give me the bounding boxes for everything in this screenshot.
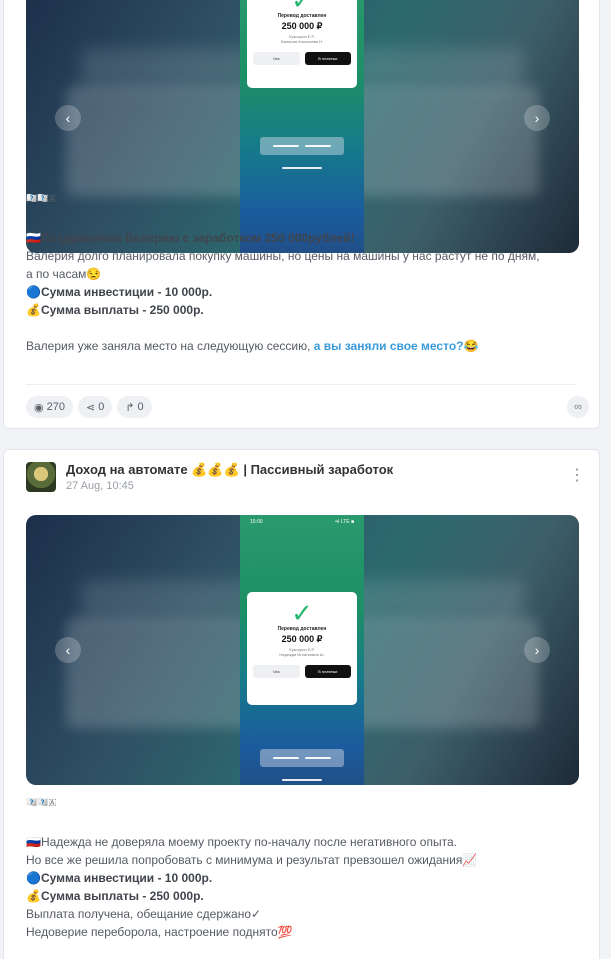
post-text: 🇷🇺Надежда не доверяла моему проекту по-н… bbox=[26, 833, 586, 941]
home-bar bbox=[260, 137, 344, 155]
transfer-receipt: ✓ Перевод доставлен 250 000 ₽ Кукоорин Е… bbox=[247, 592, 357, 705]
post-text: 🇷🇺Поздравляем Валерию с заработком 250 0… bbox=[26, 229, 586, 355]
more-vertical-icon[interactable]: ⋮ bbox=[569, 468, 585, 484]
flag-emoji: 🇷🇺 bbox=[26, 835, 41, 849]
flag-row: 🇦🇦🇦🇦🇦 bbox=[26, 193, 57, 203]
eye-icon: ◉ bbox=[34, 401, 44, 414]
receipt-check-button: Чек bbox=[253, 665, 300, 679]
share-icon: ⋖ bbox=[85, 401, 96, 414]
post-line: Выплата получена, обещание сдержано✓ bbox=[26, 907, 262, 921]
forward-icon: ↱ bbox=[125, 401, 135, 414]
post-headline: Поздравляем Валерию с заработком 250 000… bbox=[40, 231, 355, 245]
post-card: ✓ Перевод доставлен 250 000 ₽ Кукоорин Е… bbox=[3, 0, 600, 429]
checkmark-icon: ✓ bbox=[291, 0, 313, 15]
payout-line: 💰Сумма выплаты - 250 000р. bbox=[26, 303, 204, 317]
phone-signal: •ıl LTE ■ bbox=[335, 519, 354, 525]
transfer-receipt: ✓ Перевод доставлен 250 000 ₽ Кукоорин Е… bbox=[247, 0, 357, 88]
carousel-next-button[interactable]: › bbox=[524, 105, 550, 131]
receipt-title: Перевод доставлен bbox=[277, 626, 327, 632]
home-indicator bbox=[282, 779, 322, 781]
post-stats: ◉ 270 ⋖ 0 ↱ 0 bbox=[26, 396, 152, 418]
chevron-left-icon: ‹ bbox=[65, 110, 71, 126]
post-header: Доход на автомате 💰💰💰 | Пассивный зарабо… bbox=[26, 462, 585, 496]
link-icon: ∞ bbox=[574, 401, 582, 413]
post-line: Валерия уже заняла место на следующую се… bbox=[26, 339, 314, 353]
payout-line: 💰Сумма выплаты - 250 000р. bbox=[26, 889, 204, 903]
flag-emoji: 🇷🇺 bbox=[26, 231, 41, 245]
channel-avatar[interactable] bbox=[26, 462, 56, 492]
divider bbox=[26, 384, 577, 385]
post-card: Доход на автомате 💰💰💰 | Пассивный зарабо… bbox=[3, 449, 600, 959]
phone-screenshot: ✓ Перевод доставлен 250 000 ₽ Кукоорин Е… bbox=[240, 0, 364, 253]
copy-link-button[interactable]: ∞ bbox=[567, 396, 589, 418]
chevron-right-icon: › bbox=[534, 110, 540, 126]
receipt-payments-button: В платежи bbox=[304, 52, 351, 66]
receipt-payments-button: В платежи bbox=[304, 665, 351, 679]
receipt-recipient: Надежда Игнатьевна Ш. bbox=[279, 652, 325, 658]
home-bar bbox=[260, 749, 344, 767]
receipt-amount: 250 000 ₽ bbox=[281, 634, 323, 644]
chevron-right-icon: › bbox=[534, 642, 540, 658]
views-counter: ◉ 270 bbox=[26, 396, 73, 418]
investment-line: 🔵Сумма инвестиции - 10 000р. bbox=[26, 871, 213, 885]
receipt-amount: 250 000 ₽ bbox=[281, 21, 323, 31]
home-indicator bbox=[282, 167, 322, 169]
post-line: Надежда не доверяла моему проекту по-нач… bbox=[40, 835, 457, 849]
views-count: 270 bbox=[46, 401, 65, 413]
receipt-recipient: Валерия Алексеева Н. bbox=[280, 39, 324, 45]
investment-line: 🔵Сумма инвестиции - 10 000р. bbox=[26, 285, 213, 299]
flag-row: 🇦🇦🇦🇦🇦 bbox=[26, 797, 57, 807]
phone-status-bar: 15:00 •ıl LTE ■ bbox=[250, 519, 354, 525]
post-date: 27 Aug, 10:45 bbox=[66, 480, 134, 492]
post-media-carousel[interactable]: 15:00 •ıl LTE ■ ✓ Перевод доставлен 250 … bbox=[26, 515, 579, 785]
post-line: Но все же решила попробовать с минимума … bbox=[26, 853, 478, 867]
phone-time: 15:00 bbox=[250, 519, 263, 525]
carousel-prev-button[interactable]: ‹ bbox=[55, 105, 81, 131]
checkmark-icon: ✓ bbox=[291, 598, 313, 628]
receipt-title: Перевод доставлен bbox=[277, 13, 327, 19]
post-line: Валерия долго планировала покупку машины… bbox=[26, 249, 540, 263]
forwards-counter[interactable]: ↱ 0 bbox=[117, 396, 152, 418]
shares-counter[interactable]: ⋖ 0 bbox=[77, 396, 113, 418]
post-line: а по часам😒 bbox=[26, 267, 102, 281]
receipt-check-button: Чек bbox=[253, 52, 300, 66]
carousel-next-button[interactable]: › bbox=[524, 637, 550, 663]
chevron-left-icon: ‹ bbox=[65, 642, 71, 658]
shares-count: 0 bbox=[98, 401, 105, 413]
post-media-carousel[interactable]: ✓ Перевод доставлен 250 000 ₽ Кукоорин Е… bbox=[26, 0, 579, 253]
forwards-count: 0 bbox=[137, 401, 144, 413]
phone-screenshot: 15:00 •ıl LTE ■ ✓ Перевод доставлен 250 … bbox=[240, 515, 364, 785]
post-link[interactable]: а вы заняли свое место?😂 bbox=[314, 339, 479, 353]
channel-name[interactable]: Доход на автомате 💰💰💰 | Пассивный зарабо… bbox=[66, 462, 393, 478]
carousel-prev-button[interactable]: ‹ bbox=[55, 637, 81, 663]
post-line: Недоверие переборола, настроение поднято… bbox=[26, 925, 293, 939]
